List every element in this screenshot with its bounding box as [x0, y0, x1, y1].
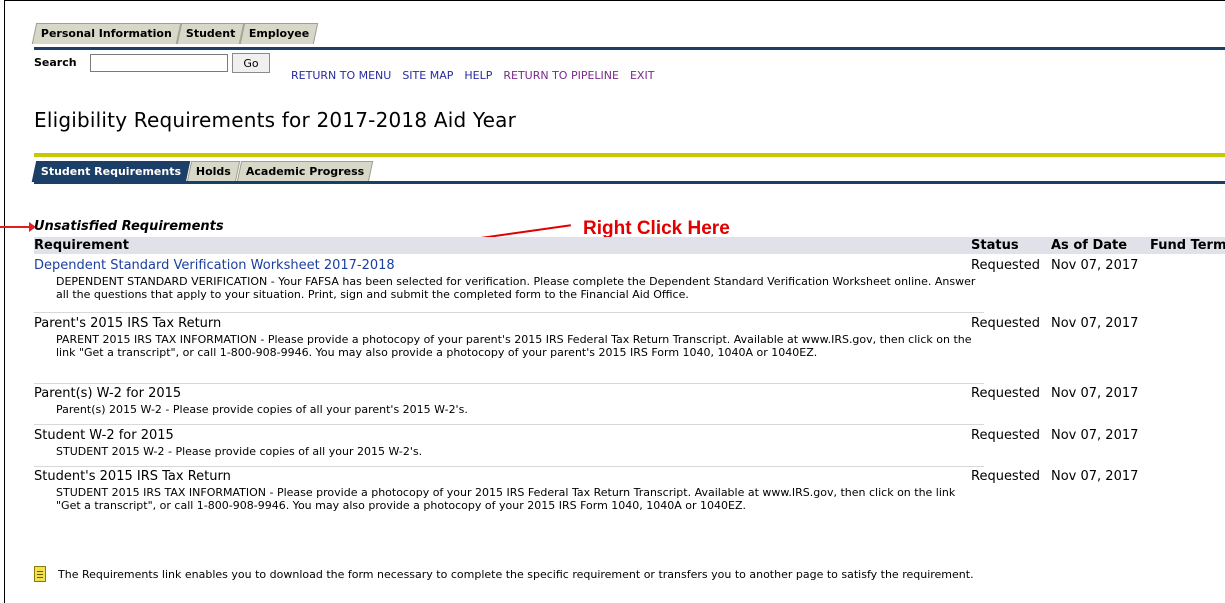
return-to-pipeline-link[interactable]: RETURN TO PIPELINE: [503, 69, 619, 82]
table-row: Parent's 2015 IRS Tax Return Requested N…: [34, 316, 1225, 380]
table-row: Student's 2015 IRS Tax Return Requested …: [34, 469, 1225, 539]
requirement-description: Parent(s) 2015 W-2 - Please provide copi…: [56, 403, 468, 416]
header-requirement: Requirement: [34, 238, 129, 253]
tab-label: Student: [185, 27, 236, 40]
search-label: Search: [34, 56, 77, 69]
left-arrow-annotation: [0, 222, 36, 232]
top-divider: [34, 47, 1225, 50]
table-row: Dependent Standard Verification Workshee…: [34, 258, 1225, 308]
status-value: Requested: [971, 469, 1041, 484]
status-value: Requested: [971, 428, 1041, 443]
tab-personal-information[interactable]: Personal Information: [31, 23, 182, 44]
return-to-menu-link[interactable]: RETURN TO MENU: [291, 69, 391, 82]
status-value: Requested: [971, 258, 1041, 273]
sub-tab-bar: Student Requirements Holds Academic Prog…: [31, 161, 374, 182]
tab-academic-progress[interactable]: Academic Progress: [236, 161, 374, 182]
tab-student-requirements[interactable]: Student Requirements: [31, 161, 191, 182]
top-tab-bar: Personal Information Student Employee: [31, 23, 319, 44]
requirement-name: Student W-2 for 2015: [34, 428, 174, 443]
title-divider: [34, 153, 1225, 157]
tab-employee[interactable]: Employee: [240, 23, 319, 44]
requirement-name: Parent's 2015 IRS Tax Return: [34, 316, 222, 331]
row-divider: [34, 383, 984, 384]
requirement-description: STUDENT 2015 W-2 - Please provide copies…: [56, 445, 423, 458]
date-value: Nov 07, 2017: [1051, 428, 1139, 443]
info-note: The Requirements link enables you to dow…: [34, 566, 974, 582]
date-value: Nov 07, 2017: [1051, 258, 1139, 273]
tab-label: Employee: [249, 27, 310, 40]
status-value: Requested: [971, 386, 1041, 401]
note-text: The Requirements link enables you to dow…: [58, 567, 974, 581]
section-title: Unsatisfied Requirements: [34, 219, 224, 234]
tab-student[interactable]: Student: [176, 23, 245, 44]
header-as-of-date: As of Date: [1051, 238, 1128, 253]
requirement-name: Parent(s) W-2 for 2015: [34, 386, 182, 401]
row-divider: [34, 466, 984, 467]
requirement-description: STUDENT 2015 IRS TAX INFORMATION - Pleas…: [56, 486, 956, 512]
top-menu: RETURN TO MENU SITE MAP HELP RETURN TO P…: [291, 69, 654, 82]
header-status: Status: [971, 238, 1019, 253]
requirement-description: DEPENDENT STANDARD VERIFICATION - Your F…: [56, 275, 976, 301]
row-divider: [34, 424, 984, 425]
row-divider: [34, 312, 984, 313]
requirement-name: Student's 2015 IRS Tax Return: [34, 469, 231, 484]
date-value: Nov 07, 2017: [1051, 316, 1139, 331]
table-header: Requirement Status As of Date Fund Term: [34, 237, 1225, 254]
date-value: Nov 07, 2017: [1051, 469, 1139, 484]
tab-label: Academic Progress: [245, 165, 365, 178]
date-value: Nov 07, 2017: [1051, 386, 1139, 401]
requirement-description: PARENT 2015 IRS TAX INFORMATION - Please…: [56, 333, 972, 359]
status-value: Requested: [971, 316, 1041, 331]
header-fund-term: Fund Term: [1150, 238, 1225, 253]
table-row: Parent(s) W-2 for 2015 Requested Nov 07,…: [34, 386, 1225, 420]
tab-label: Personal Information: [40, 27, 172, 40]
sub-tab-divider: [34, 181, 1225, 184]
requirement-link[interactable]: Dependent Standard Verification Workshee…: [34, 258, 395, 273]
site-map-link[interactable]: SITE MAP: [402, 69, 453, 82]
tab-holds[interactable]: Holds: [186, 161, 241, 182]
search-input[interactable]: [90, 54, 228, 72]
tab-label: Student Requirements: [40, 165, 182, 178]
table-row: Student W-2 for 2015 Requested Nov 07, 2…: [34, 428, 1225, 462]
tab-label: Holds: [196, 165, 231, 178]
page-title: Eligibility Requirements for 2017-2018 A…: [34, 108, 517, 132]
go-button[interactable]: Go: [232, 53, 270, 73]
help-link[interactable]: HELP: [464, 69, 492, 82]
exit-link[interactable]: EXIT: [630, 69, 654, 82]
note-icon: [34, 566, 46, 582]
